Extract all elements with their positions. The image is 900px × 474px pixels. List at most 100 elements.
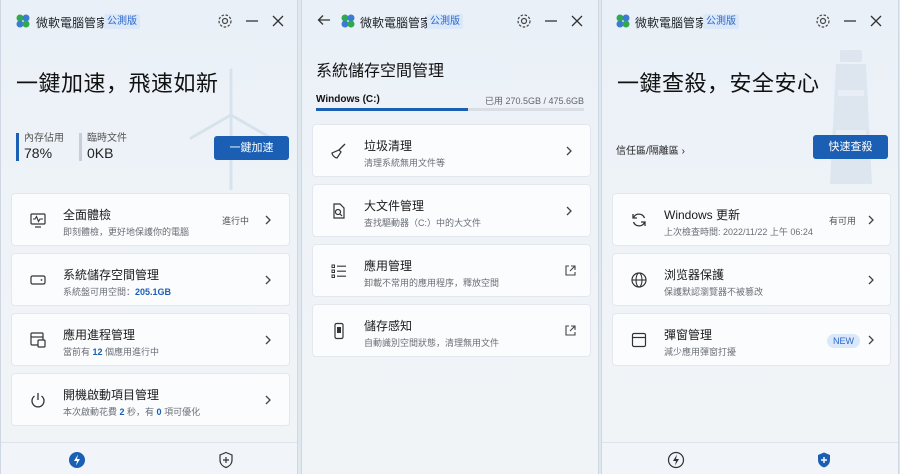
- edition-badge: 公測版: [104, 14, 140, 29]
- app-title: 微軟電腦管家: [360, 16, 433, 30]
- popup-management-card[interactable]: 彈窗管理 減少應用彈窗打擾 NEW: [612, 313, 891, 366]
- card-subtitle: 系統盤可用空間：205.1GB: [63, 287, 172, 297]
- app-logo-icon: [16, 14, 30, 28]
- card-subtitle: 查找驅動器（C:）中的大文件: [364, 218, 482, 228]
- minimize-icon[interactable]: [542, 12, 560, 30]
- app-logo-icon: [616, 14, 630, 28]
- shield-plus-icon[interactable]: [217, 451, 235, 469]
- app-logo-icon: [341, 14, 355, 28]
- lightning-icon[interactable]: [667, 451, 685, 469]
- close-icon[interactable]: [867, 12, 885, 30]
- page-title: 系統儲存空間管理: [316, 63, 445, 80]
- chevron-right-icon: [265, 275, 271, 285]
- edition-badge: 公測版: [427, 14, 463, 29]
- monitor-health-icon: [30, 213, 46, 228]
- list-icon: [331, 264, 346, 278]
- minimize-icon[interactable]: [841, 12, 859, 30]
- globe-icon: [631, 272, 647, 288]
- storage-sense-card[interactable]: 儲存感知 自動識別空間狀態，清理無用文件: [312, 304, 591, 357]
- storage-drive-icon: [30, 275, 46, 285]
- checkup-status: 進行中: [221, 216, 249, 226]
- card-title: 大文件管理: [364, 199, 425, 213]
- close-icon[interactable]: [568, 12, 586, 30]
- chevron-right-icon: [265, 335, 271, 345]
- chevron-right-icon: [868, 215, 874, 225]
- drive-tab[interactable]: Windows (C:): [316, 94, 380, 105]
- popup-window-icon: [631, 332, 647, 348]
- app-title: 微軟電腦管家: [635, 16, 708, 30]
- back-arrow-icon[interactable]: [315, 11, 333, 29]
- card-title: 全面體檢: [63, 208, 112, 222]
- broom-icon: [331, 143, 346, 159]
- card-subtitle: 即刻體檢，更好地保護你的電腦: [63, 227, 190, 237]
- startup-items-card[interactable]: 開機啟動項目管理 本次啟動花費 2 秒，有 0 項可優化: [11, 373, 290, 426]
- card-title: 垃圾清理: [364, 139, 413, 153]
- hero-title: 一鍵查殺，安全安心: [617, 71, 820, 96]
- card-title: 開機啟動項目管理: [63, 388, 160, 402]
- chevron-right-icon: [566, 206, 572, 216]
- lightning-icon[interactable]: [68, 451, 86, 469]
- update-status: 有可用: [828, 216, 856, 226]
- card-subtitle: 卸載不常用的應用程序，釋放空間: [364, 278, 500, 288]
- external-link-icon: [565, 325, 576, 336]
- chevron-right-icon: [566, 146, 572, 156]
- large-files-card[interactable]: 大文件管理 查找驅動器（C:）中的大文件: [312, 184, 591, 237]
- title-bar: 微軟電腦管家 公測版: [602, 0, 898, 44]
- memory-usage-label: 內存佔用: [24, 133, 64, 144]
- card-subtitle: 上次檢查時間: 2022/11/22 上午 06:24: [664, 227, 813, 237]
- external-link-icon: [565, 265, 576, 276]
- app-management-card[interactable]: 應用管理 卸載不常用的應用程序，釋放空間: [312, 244, 591, 297]
- speedup-panel: 微軟電腦管家 公測版 一鍵加速，飛速如新 內存佔用 78% 臨時文件 0KB 一…: [0, 0, 298, 474]
- browser-protection-card[interactable]: 浏览器保護 保護默認瀏覽器不被篡改: [612, 253, 891, 306]
- close-icon[interactable]: [269, 12, 287, 30]
- windows-update-card[interactable]: Windows 更新 上次檢查時間: 2022/11/22 上午 06:24 有…: [612, 193, 891, 246]
- app-process-icon: [30, 332, 46, 348]
- shield-plus-icon[interactable]: [815, 451, 833, 469]
- edition-badge: 公測版: [703, 14, 739, 29]
- drive-usage-fill: [316, 108, 469, 111]
- drive-usage-text: 已用 270.5GB / 475.6GB: [484, 96, 584, 106]
- temp-files-value: 0KB: [87, 145, 114, 161]
- one-click-speedup-button[interactable]: 一鍵加速: [214, 136, 289, 160]
- storage-management-card[interactable]: 系統儲存空間管理 系統盤可用空間：205.1GB: [11, 253, 290, 306]
- app-process-card[interactable]: 應用進程管理 當前有 12 個應用進行中: [11, 313, 290, 366]
- temp-files-stat: 臨時文件 0KB: [79, 133, 127, 161]
- chevron-right-icon: [868, 335, 874, 345]
- chevron-right-icon: [265, 395, 271, 405]
- settings-gear-icon[interactable]: [515, 12, 533, 30]
- chevron-right-icon: ›: [681, 146, 685, 157]
- bottom-nav: [602, 442, 898, 474]
- temp-files-label: 臨時文件: [87, 133, 127, 144]
- security-panel: 微軟電腦管家 公測版 一鍵查殺，安全安心 信任區/隔離區 › 快速查殺 Wind…: [601, 0, 899, 474]
- title-bar: 微軟電腦管家 公測版: [302, 0, 598, 44]
- phone-storage-icon: [334, 322, 344, 340]
- card-title: Windows 更新: [664, 208, 741, 222]
- full-checkup-card[interactable]: 全面體檢 即刻體檢，更好地保護你的電腦 進行中: [11, 193, 290, 246]
- card-title: 儲存感知: [364, 319, 413, 333]
- card-title: 浏览器保護: [664, 268, 725, 282]
- bottom-nav: [1, 442, 297, 474]
- card-subtitle: 保護默認瀏覽器不被篡改: [664, 287, 764, 297]
- chevron-right-icon: [868, 275, 874, 285]
- minimize-icon[interactable]: [243, 12, 261, 30]
- card-subtitle: 減少應用彈窗打擾: [664, 347, 737, 357]
- storage-panel: 微軟電腦管家 公測版 系統儲存空間管理 Windows (C:) 已用 270.…: [301, 0, 599, 474]
- lighthouse-illustration: [830, 50, 872, 184]
- app-title: 微軟電腦管家: [36, 16, 109, 30]
- junk-cleanup-card[interactable]: 垃圾清理 清理系統無用文件等: [312, 124, 591, 177]
- power-icon: [31, 393, 45, 408]
- settings-gear-icon[interactable]: [814, 12, 832, 30]
- document-search-icon: [333, 203, 345, 219]
- card-subtitle: 清理系統無用文件等: [364, 158, 446, 168]
- drive-usage-bar: [316, 108, 584, 111]
- memory-usage-stat: 內存佔用 78%: [16, 133, 64, 161]
- settings-gear-icon[interactable]: [216, 12, 234, 30]
- quick-scan-button[interactable]: 快速查殺: [813, 135, 888, 159]
- new-badge: NEW: [827, 334, 860, 348]
- card-title: 系統儲存空間管理: [63, 268, 160, 282]
- card-subtitle: 當前有 12 個應用進行中: [63, 347, 160, 357]
- card-title: 彈窗管理: [664, 328, 713, 342]
- hero-title: 一鍵加速，飛速如新: [16, 71, 219, 96]
- card-subtitle: 自動識別空間狀態，清理無用文件: [364, 338, 500, 348]
- trust-quarantine-link[interactable]: 信任區/隔離區 ›: [616, 142, 685, 157]
